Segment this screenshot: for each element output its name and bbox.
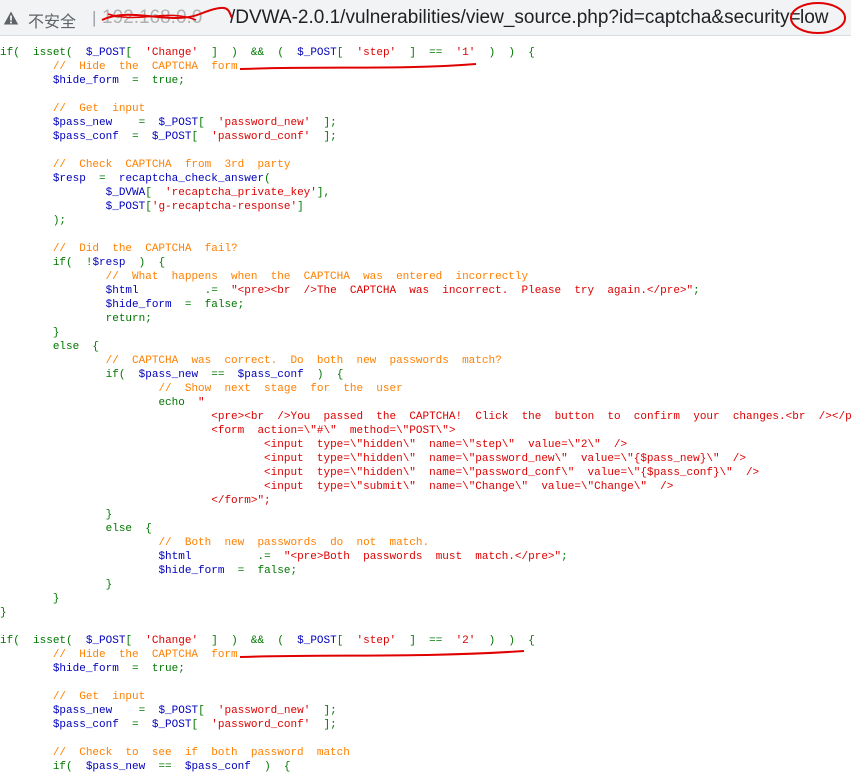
code-line: else {: [105, 523, 152, 535]
code-line: $pass_conf = $_POST[ 'password_conf' ];: [52, 719, 337, 731]
code-line: // Get input: [52, 691, 146, 703]
code-line: </form>";: [211, 495, 271, 507]
code-line: // Did the CAPTCHA fail?: [52, 243, 238, 255]
code-line: // Check CAPTCHA from 3rd party: [52, 159, 291, 171]
code-line: }: [52, 327, 60, 339]
code-line: $hide_form = false;: [105, 299, 245, 311]
code-line: }: [0, 607, 7, 619]
code-line: $html .= "<pre><br />The CAPTCHA was inc…: [105, 285, 700, 297]
code-line: if( $pass_new == $pass_conf ) {: [105, 369, 344, 381]
code-line: if( isset( $_POST[ 'Change' ] ) && ( $_P…: [0, 47, 535, 59]
code-line: <pre><br />You passed the CAPTCHA! Click…: [211, 411, 851, 423]
php-source-code: if( isset( $_POST[ 'Change' ] ) && ( $_P…: [0, 46, 851, 774]
code-line: $hide_form = false;: [158, 565, 298, 577]
code-line: // Hide the CAPTCHA form: [52, 61, 238, 73]
code-line: // Get input: [52, 103, 146, 115]
code-line: // What happens when the CAPTCHA was ent…: [105, 271, 529, 283]
code-line: if( !$resp ) {: [52, 257, 166, 269]
code-line: <form action=\"#\" method=\"POST\">: [211, 425, 456, 437]
code-line: $_DVWA[ 'recaptcha_private_key'],: [105, 187, 331, 199]
code-line: <input type=\"hidden\" name=\"step\" val…: [264, 439, 628, 451]
code-line: $html .= "<pre>Both passwords must match…: [158, 551, 568, 563]
code-line: if( isset( $_POST[ 'Change' ] ) && ( $_P…: [0, 635, 535, 647]
code-line: // Both new passwords do not match.: [158, 537, 430, 549]
code-line: $pass_conf = $_POST[ 'password_conf' ];: [52, 131, 337, 143]
code-line: }: [52, 593, 60, 605]
code-line: $_POST['g-recaptcha-response']: [105, 201, 304, 213]
code-line: $pass_new = $_POST[ 'password_new' ];: [52, 117, 337, 129]
code-line: // Show next stage for the user: [158, 383, 403, 395]
code-line: $resp = recaptcha_check_answer(: [52, 173, 271, 185]
code-line: echo ": [158, 397, 205, 409]
code-line: $pass_new = $_POST[ 'password_new' ];: [52, 705, 337, 717]
code-line: $hide_form = true;: [52, 663, 185, 675]
not-secure-label[interactable]: 不安全: [28, 8, 76, 32]
code-line: if( $pass_new == $pass_conf ) {: [52, 761, 291, 773]
code-line: }: [105, 509, 113, 521]
address-bar[interactable]: 不安全 | 192.168.0.0 /DVWA-2.0.1/vulnerabil…: [0, 0, 851, 36]
code-line: );: [52, 215, 67, 227]
url-path[interactable]: /DVWA-2.0.1/vulnerabilities/view_source.…: [230, 7, 801, 29]
code-line: }: [105, 579, 113, 591]
url-security-level[interactable]: low: [800, 7, 829, 29]
code-line: return;: [105, 313, 152, 325]
code-line: else {: [52, 341, 100, 353]
code-line: // Check to see if both password match: [52, 747, 350, 759]
url-host[interactable]: 192.168.0.0: [102, 7, 202, 29]
code-line: <input type=\"hidden\" name=\"password_n…: [264, 453, 746, 465]
warning-icon[interactable]: [3, 10, 19, 26]
address-separator: |: [92, 8, 97, 27]
code-line: <input type=\"submit\" name=\"Change\" v…: [264, 481, 674, 493]
code-line: $hide_form = true;: [52, 75, 185, 87]
code-line: // CAPTCHA was correct. Do both new pass…: [105, 355, 502, 367]
code-line: // Hide the CAPTCHA form: [52, 649, 238, 661]
code-line: <input type=\"hidden\" name=\"password_c…: [264, 467, 760, 479]
